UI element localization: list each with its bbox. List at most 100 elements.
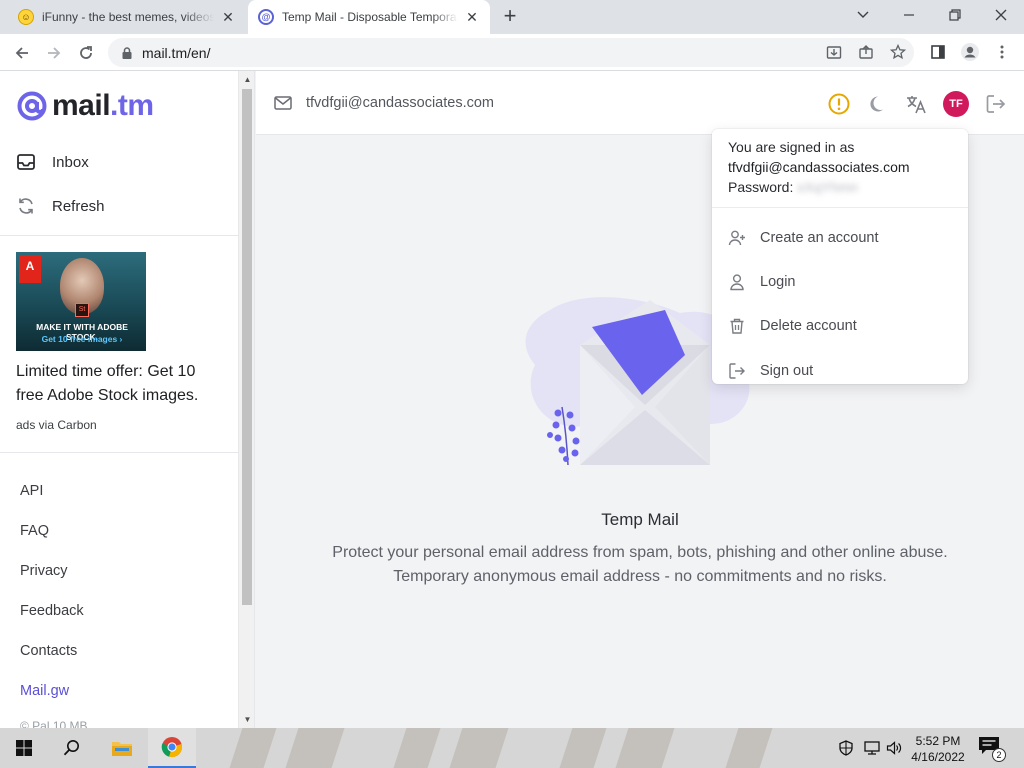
taskbar-wallpaper-stripe xyxy=(229,728,277,768)
taskbar-wallpaper-stripe xyxy=(285,728,345,768)
tab-temp-mail[interactable]: @ Temp Mail - Disposable Temporary Email… xyxy=(248,0,490,34)
start-button[interactable] xyxy=(0,728,48,768)
inbox-icon xyxy=(16,152,36,172)
footer-link-privacy[interactable]: Privacy xyxy=(20,563,68,579)
at-icon: @ xyxy=(258,9,274,25)
ad-image[interactable]: A St MAKE IT WITH ADOBE STOCK. Get 10 fr… xyxy=(16,252,146,351)
chrome-taskbar-button[interactable] xyxy=(148,728,196,768)
share-icon[interactable] xyxy=(854,40,878,64)
footer-link-mail-gw[interactable]: Mail.gw xyxy=(20,683,69,699)
login-button[interactable]: Login xyxy=(728,270,795,294)
mail-tm-logo[interactable]: mail.tm xyxy=(16,89,154,123)
install-app-icon[interactable] xyxy=(822,40,846,64)
forward-icon[interactable] xyxy=(41,40,67,66)
adobe-logo: A xyxy=(19,255,41,283)
chrome-menu-icon[interactable] xyxy=(990,40,1014,64)
main-header: tfvdfgii@candassociates.com TF xyxy=(256,71,1024,135)
warning-icon[interactable] xyxy=(826,91,852,117)
action-center-button[interactable]: 2 xyxy=(978,736,1006,762)
user-icon xyxy=(728,273,746,291)
sign-out-button[interactable]: Sign out xyxy=(728,359,813,383)
new-tab-button[interactable]: + xyxy=(498,5,522,29)
tab-strip: ☺ iFunny - the best memes, videos ✕ @ Te… xyxy=(0,0,1024,34)
password-value: xXqYhmn xyxy=(797,179,858,195)
taskbar-wallpaper-stripe xyxy=(559,728,607,768)
url-text: mail.tm/en/ xyxy=(142,44,211,61)
footer-link-faq[interactable]: FAQ xyxy=(20,523,49,539)
page-viewport: mail.tm Inbox Refresh A St MAKE IT WITH … xyxy=(0,71,1024,728)
dropdown-item-label: Login xyxy=(760,274,796,290)
close-window-icon[interactable] xyxy=(978,0,1024,30)
avatar[interactable]: TF xyxy=(943,91,969,117)
translate-icon[interactable] xyxy=(903,91,929,117)
sidebar: mail.tm Inbox Refresh A St MAKE IT WITH … xyxy=(0,71,255,728)
dropdown-divider xyxy=(712,207,968,208)
taskbar-search-button[interactable] xyxy=(48,728,96,768)
current-email-address[interactable]: tfvdfgii@candassociates.com xyxy=(306,95,494,111)
network-icon[interactable] xyxy=(862,738,882,758)
account-dropdown: You are signed in as tfvdfgii@candassoci… xyxy=(712,129,968,384)
tab-title: iFunny - the best memes, videos xyxy=(42,10,214,24)
scrollbar-thumb[interactable] xyxy=(242,89,252,605)
empty-state-description: Protect your personal email address from… xyxy=(256,541,1024,589)
scroll-up-icon[interactable]: ▲ xyxy=(243,75,252,84)
search-icon xyxy=(63,740,79,756)
taskbar-wallpaper-stripe xyxy=(725,728,773,768)
logo-tld: .tm xyxy=(110,89,154,122)
delete-account-button[interactable]: Delete account xyxy=(728,314,857,338)
scroll-down-icon[interactable]: ▼ xyxy=(243,715,252,724)
restore-icon[interactable] xyxy=(932,0,978,30)
empty-state-title: Temp Mail xyxy=(601,510,679,529)
footer-link-feedback[interactable]: Feedback xyxy=(20,603,84,619)
footer-link-api[interactable]: API xyxy=(20,483,43,499)
security-shield-icon[interactable] xyxy=(836,738,856,758)
sidebar-item-refresh[interactable]: Refresh xyxy=(16,192,105,220)
file-explorer-button[interactable] xyxy=(98,728,146,768)
sidebar-item-inbox[interactable]: Inbox xyxy=(16,148,89,176)
address-bar[interactable]: mail.tm/en/ xyxy=(108,38,914,67)
trash-icon xyxy=(728,317,746,335)
tab-search-icon[interactable] xyxy=(840,0,886,30)
profile-icon[interactable] xyxy=(958,40,982,64)
system-clock[interactable]: 5:52 PM 4/16/2022 xyxy=(906,733,970,765)
footer-link-contacts[interactable]: Contacts xyxy=(20,643,77,659)
tab-close-icon[interactable]: ✕ xyxy=(464,9,480,25)
envelope-icon xyxy=(274,96,292,110)
taskbar: 5:52 PM 4/16/2022 2 xyxy=(0,728,1024,768)
taskbar-wallpaper-stripe xyxy=(393,728,441,768)
tab-close-icon[interactable]: ✕ xyxy=(220,9,236,25)
smiley-icon: ☺ xyxy=(18,9,34,25)
dropdown-item-label: Sign out xyxy=(760,363,814,379)
stock-badge: St xyxy=(75,303,89,317)
clock-time: 5:52 PM xyxy=(915,734,961,748)
sidebar-item-label: Inbox xyxy=(52,153,89,171)
user-plus-icon xyxy=(728,229,746,247)
sidebar-item-label: Refresh xyxy=(52,197,105,215)
volume-icon[interactable] xyxy=(884,738,904,758)
windows-logo-icon xyxy=(16,740,32,756)
logout-icon[interactable] xyxy=(983,91,1009,117)
ad-text[interactable]: Limited time offer: Get 10 free Adobe St… xyxy=(16,360,226,408)
bookmark-star-icon[interactable] xyxy=(886,40,910,64)
signed-in-info: You are signed in as tfvdfgii@candassoci… xyxy=(728,137,910,197)
taskbar-wallpaper-stripe xyxy=(449,728,509,768)
reload-icon[interactable] xyxy=(73,40,99,66)
side-panel-icon[interactable] xyxy=(926,40,950,64)
tab-title: Temp Mail - Disposable Temporary Email xyxy=(282,10,458,24)
sign-out-icon xyxy=(728,362,746,380)
sidebar-scrollbar[interactable]: ▲ ▼ xyxy=(238,71,254,728)
moon-icon[interactable] xyxy=(866,91,892,117)
footer-cut-text: © Pal 10 MB xyxy=(20,719,88,728)
lock-icon xyxy=(122,46,132,59)
sidebar-divider xyxy=(0,235,238,236)
back-icon[interactable] xyxy=(9,40,35,66)
at-logo-icon xyxy=(17,91,47,121)
create-account-button[interactable]: Create an account xyxy=(728,226,879,250)
dropdown-item-label: Create an account xyxy=(760,230,879,246)
clock-date: 4/16/2022 xyxy=(911,750,965,764)
password-label: Password: xyxy=(728,179,794,195)
tab-ifunny[interactable]: ☺ iFunny - the best memes, videos ✕ xyxy=(8,0,246,34)
browser-toolbar: mail.tm/en/ xyxy=(0,34,1024,71)
minimize-icon[interactable] xyxy=(886,0,932,30)
ad-via-carbon[interactable]: ads via Carbon xyxy=(16,418,97,432)
